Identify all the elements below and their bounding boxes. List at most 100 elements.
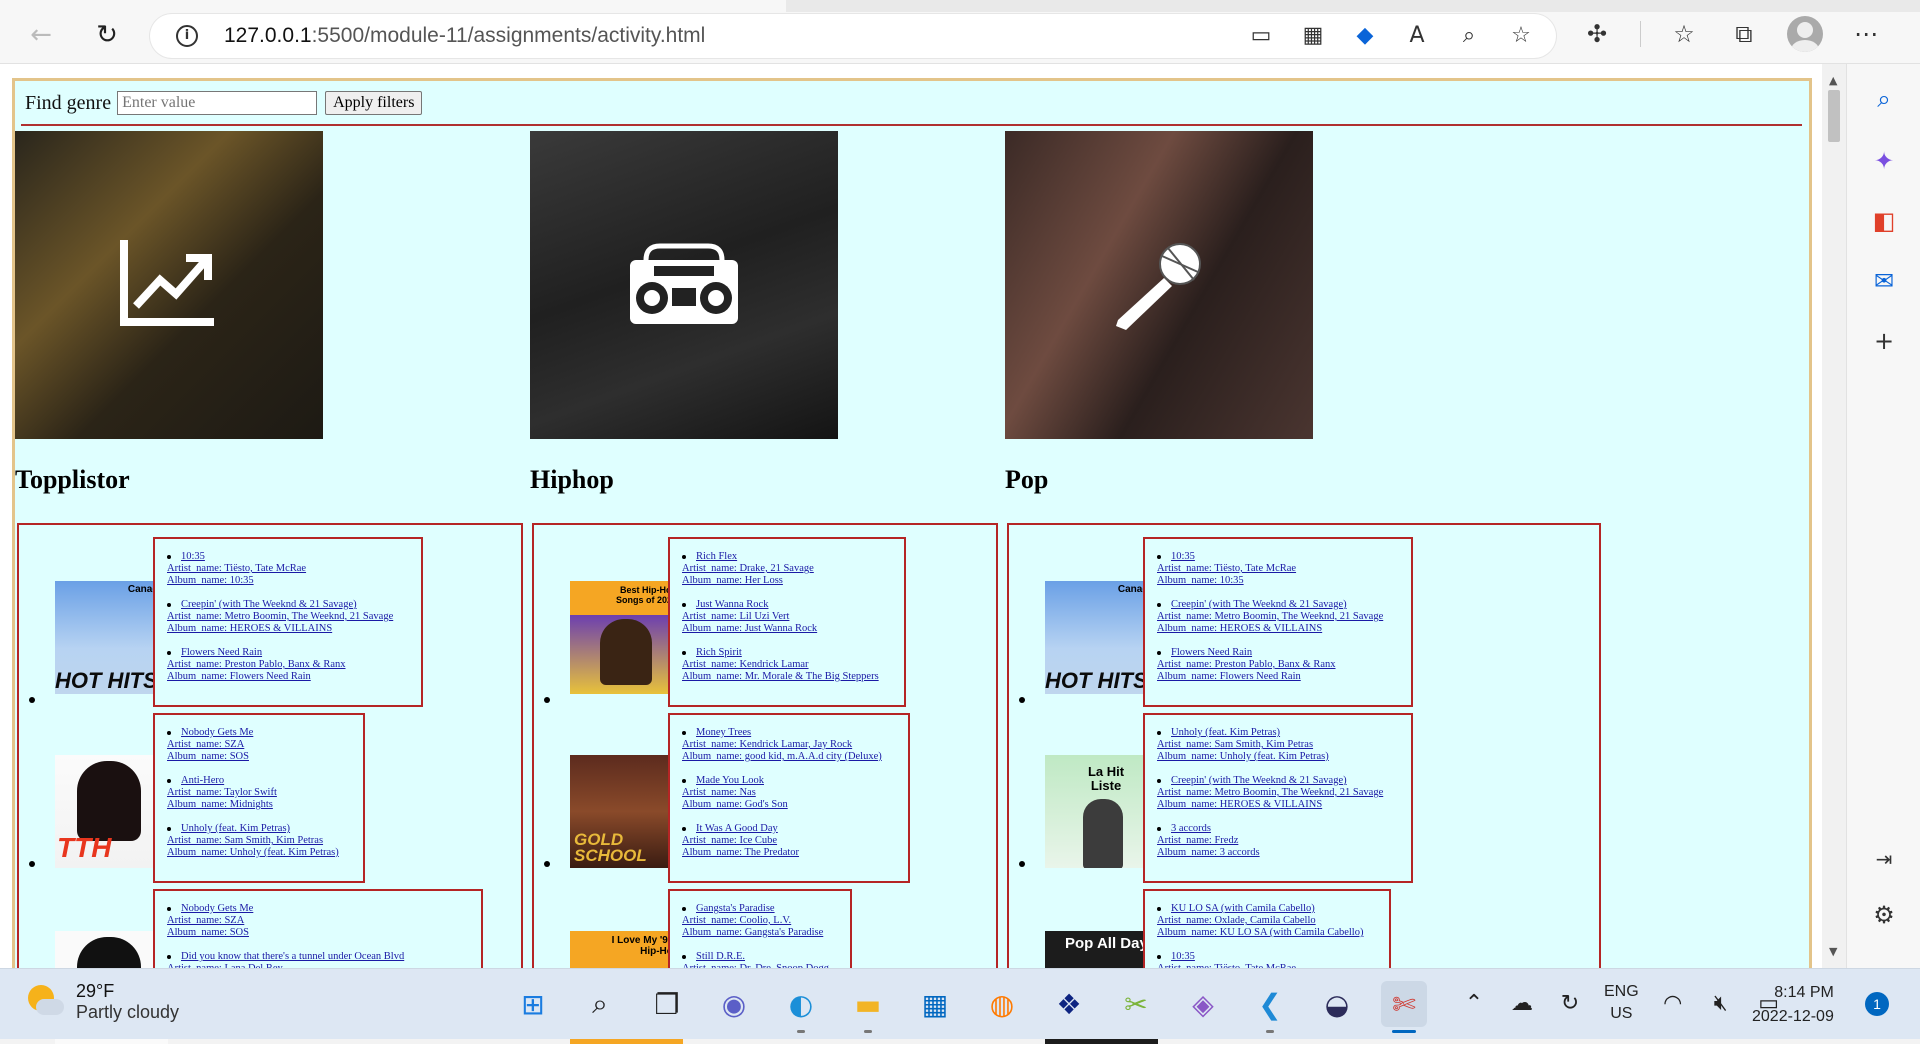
track-item[interactable]: Flowers Need Rain Artist_name: Preston P…: [167, 647, 346, 683]
file-explorer-icon[interactable]: ▬: [845, 981, 891, 1033]
track-title[interactable]: 10:35: [1157, 951, 1296, 963]
track-item[interactable]: Creepin' (with The Weeknd & 21 Savage) A…: [167, 599, 393, 635]
track-title[interactable]: KU LO SA (with Camila Cabello): [1157, 903, 1363, 915]
track-title[interactable]: Creepin' (with The Weeknd & 21 Savage): [1157, 775, 1383, 787]
track-item[interactable]: Money Trees Artist_name: Kendrick Lamar,…: [682, 727, 882, 763]
back-arrow-icon[interactable]: ←: [24, 18, 58, 52]
language-indicator[interactable]: ENG US: [1604, 981, 1639, 1025]
track-album[interactable]: Album_name: HEROES & VILLAINS: [1157, 799, 1383, 811]
track-item[interactable]: Creepin' (with The Weeknd & 21 Savage) A…: [1157, 775, 1383, 811]
track-album[interactable]: Album_name: 10:35: [1157, 575, 1296, 587]
extensions-icon[interactable]: ✣: [1580, 17, 1614, 51]
track-title[interactable]: Rich Spirit: [682, 647, 879, 659]
collections-icon[interactable]: ⧉: [1727, 17, 1761, 51]
track-title[interactable]: It Was A Good Day: [682, 823, 799, 835]
page-scrollbar[interactable]: ▲ ▼: [1822, 64, 1846, 968]
url-text[interactable]: 127.0.0.1:5500/module-11/assignments/act…: [224, 24, 705, 48]
track-artist[interactable]: Artist_name: Oxlade, Camila Cabello: [1157, 915, 1363, 927]
track-album[interactable]: Album_name: HEROES & VILLAINS: [1157, 623, 1383, 635]
track-artist[interactable]: Artist_name: Sam Smith, Kim Petras: [167, 835, 339, 847]
track-title[interactable]: Gangsta's Paradise: [682, 903, 823, 915]
track-album[interactable]: Album_name: Mr. Morale & The Big Stepper…: [682, 671, 879, 683]
track-album[interactable]: Album_name: SOS: [167, 927, 253, 939]
track-item[interactable]: Made You Look Artist_name: Nas Album_nam…: [682, 775, 788, 811]
track-artist[interactable]: Artist_name: SZA: [167, 739, 253, 751]
playlist-cover[interactable]: GOLD SCHOOL: [570, 755, 683, 868]
track-item[interactable]: KU LO SA (with Camila Cabello) Artist_na…: [1157, 903, 1363, 939]
track-item[interactable]: Flowers Need Rain Artist_name: Preston P…: [1157, 647, 1336, 683]
track-artist[interactable]: Artist_name: SZA: [167, 915, 253, 927]
track-item[interactable]: Gangsta's Paradise Artist_name: Coolio, …: [682, 903, 823, 939]
track-artist[interactable]: Artist_name: Preston Pablo, Banx & Ranx: [1157, 659, 1336, 671]
track-album[interactable]: Album_name: Just Wanna Rock: [682, 623, 817, 635]
track-title[interactable]: Creepin' (with The Weeknd & 21 Savage): [167, 599, 393, 611]
track-artist[interactable]: Artist_name: Tiësto, Tate McRae: [167, 563, 306, 575]
track-title[interactable]: Made You Look: [682, 775, 788, 787]
eclipse-icon[interactable]: ◒: [1314, 981, 1360, 1027]
track-item[interactable]: 10:35 Artist_name: Tiësto, Tate McRae Al…: [167, 551, 306, 587]
track-album[interactable]: Album_name: Unholy (feat. Kim Petras): [167, 847, 339, 859]
snip-sketch-icon[interactable]: ✄: [1381, 981, 1427, 1033]
genre-image-pop[interactable]: [1005, 131, 1313, 439]
track-artist[interactable]: Artist_name: Kendrick Lamar: [682, 659, 879, 671]
microsoft-store-icon[interactable]: ▦: [912, 981, 958, 1027]
copilot-icon[interactable]: ✦: [1869, 146, 1899, 176]
track-item[interactable]: Unholy (feat. Kim Petras) Artist_name: S…: [1157, 727, 1329, 763]
genre-image-hiphop[interactable]: [530, 131, 838, 439]
track-album[interactable]: Album_name: Gangsta's Paradise: [682, 927, 823, 939]
sync-icon[interactable]: ↻: [1556, 991, 1584, 1016]
track-item[interactable]: Nobody Gets Me Artist_name: SZA Album_na…: [167, 727, 253, 763]
info-icon[interactable]: i: [176, 25, 198, 47]
track-album[interactable]: Album_name: good kid, m.A.A.d city (Delu…: [682, 751, 882, 763]
hide-sidebar-icon[interactable]: ⇥: [1869, 844, 1899, 874]
playlist-cover[interactable]: Canada HOT HITS: [55, 581, 168, 694]
track-title[interactable]: Flowers Need Rain: [1157, 647, 1336, 659]
track-title[interactable]: Unholy (feat. Kim Petras): [1157, 727, 1329, 739]
vscode-icon[interactable]: ❮: [1247, 981, 1293, 1033]
more-menu-icon[interactable]: ⋯: [1849, 17, 1883, 51]
track-album[interactable]: Album_name: SOS: [167, 751, 253, 763]
qr-code-icon[interactable]: ▦: [1298, 22, 1328, 50]
track-artist[interactable]: Artist_name: Metro Boomin, The Weeknd, 2…: [167, 611, 393, 623]
volume-muted-icon[interactable]: 🔇︎: [1707, 991, 1735, 1016]
track-album[interactable]: Album_name: Unholy (feat. Kim Petras): [1157, 751, 1329, 763]
app-available-icon[interactable]: ▭: [1246, 22, 1276, 50]
track-artist[interactable]: Artist_name: Lil Uzi Vert: [682, 611, 817, 623]
track-artist[interactable]: Artist_name: Preston Pablo, Banx & Ranx: [167, 659, 346, 671]
apply-filters-button[interactable]: Apply filters: [325, 91, 423, 115]
onedrive-error-icon[interactable]: ☁: [1508, 991, 1536, 1016]
track-album[interactable]: Album_name: Her Loss: [682, 575, 814, 587]
profile-avatar[interactable]: [1787, 16, 1823, 52]
playlist-cover[interactable]: La Hit Liste: [1045, 755, 1158, 868]
track-item[interactable]: Rich Flex Artist_name: Drake, 21 Savage …: [682, 551, 814, 587]
weather-widget[interactable]: 29°F Partly cloudy: [26, 981, 179, 1023]
add-favorite-icon[interactable]: ☆: [1506, 22, 1536, 50]
refresh-icon[interactable]: ↻: [90, 18, 124, 52]
track-album[interactable]: Album_name: 10:35: [167, 575, 306, 587]
track-title[interactable]: Just Wanna Rock: [682, 599, 817, 611]
taskbar-clock[interactable]: 8:14 PM 2022-12-09: [1752, 981, 1834, 1029]
track-item[interactable]: It Was A Good Day Artist_name: Ice Cube …: [682, 823, 799, 859]
track-item[interactable]: Rich Spirit Artist_name: Kendrick Lamar …: [682, 647, 879, 683]
track-title[interactable]: Anti-Hero: [167, 775, 277, 787]
track-album[interactable]: Album_name: HEROES & VILLAINS: [167, 623, 393, 635]
track-item[interactable]: Nobody Gets Me Artist_name: SZA Album_na…: [167, 903, 253, 939]
track-title[interactable]: 10:35: [1157, 551, 1296, 563]
settings-gear-icon[interactable]: ⚙: [1869, 900, 1899, 930]
playlist-cover[interactable]: Canada HOT HITS: [1045, 581, 1158, 694]
track-artist[interactable]: Artist_name: Ice Cube: [682, 835, 799, 847]
read-aloud-icon[interactable]: A: [1402, 22, 1432, 50]
track-album[interactable]: Album_name: KU LO SA (with Camila Cabell…: [1157, 927, 1363, 939]
track-title[interactable]: Flowers Need Rain: [167, 647, 346, 659]
track-title[interactable]: Still D.R.E.: [682, 951, 829, 963]
active-tab[interactable]: [0, 0, 786, 12]
track-item[interactable]: Unholy (feat. Kim Petras) Artist_name: S…: [167, 823, 339, 859]
track-artist[interactable]: Artist_name: Sam Smith, Kim Petras: [1157, 739, 1329, 751]
windows-start-icon[interactable]: ⊞: [510, 981, 556, 1027]
notification-badge[interactable]: 1: [1865, 992, 1889, 1016]
playlist-cover[interactable]: TTH: [55, 755, 168, 868]
track-artist[interactable]: Artist_name: Tiësto, Tate McRae: [1157, 563, 1296, 575]
scroll-down-arrow-icon[interactable]: ▼: [1829, 945, 1837, 958]
track-artist[interactable]: Artist_name: Kendrick Lamar, Jay Rock: [682, 739, 882, 751]
teams-chat-icon[interactable]: ◉: [711, 981, 757, 1027]
